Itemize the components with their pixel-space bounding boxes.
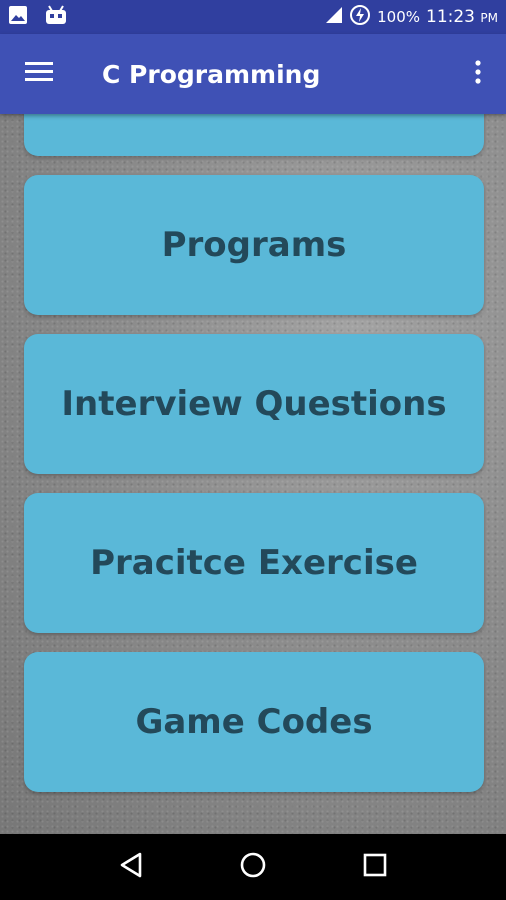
back-button[interactable] [101, 837, 161, 897]
navigation-bar [0, 834, 506, 900]
image-icon [8, 5, 28, 29]
recents-icon [362, 852, 388, 882]
battery-percentage: 100% [377, 8, 420, 26]
home-button[interactable] [223, 837, 283, 897]
menu-list[interactable]: Programs Interview Questions Pracitce Ex… [0, 114, 506, 834]
menu-card-programs[interactable]: Programs [24, 175, 484, 315]
menu-card-partial[interactable] [24, 114, 484, 156]
app-bar: C Programming [0, 34, 506, 114]
menu-card-interview-questions[interactable]: Interview Questions [24, 334, 484, 474]
menu-card-practice-exercise[interactable]: Pracitce Exercise [24, 493, 484, 633]
overflow-menu-icon [475, 60, 481, 88]
overflow-menu-button[interactable] [450, 34, 506, 114]
menu-card-label: Pracitce Exercise [90, 543, 418, 583]
cell-signal-icon [325, 6, 343, 28]
home-icon [239, 851, 267, 883]
menu-card-label: Programs [161, 225, 347, 265]
battery-charging-icon [349, 4, 371, 30]
menu-card-game-codes[interactable]: Game Codes [24, 652, 484, 792]
clock: 11:23 PM [426, 7, 498, 27]
android-debug-icon [44, 5, 68, 29]
menu-card-label: Game Codes [135, 702, 373, 742]
recents-button[interactable] [345, 837, 405, 897]
hamburger-menu-button[interactable] [0, 34, 78, 114]
hamburger-menu-icon [25, 61, 53, 87]
page-title: C Programming [102, 59, 321, 89]
menu-card-label: Interview Questions [61, 384, 447, 424]
back-icon [118, 851, 144, 883]
status-bar: 100% 11:23 PM [0, 0, 506, 34]
